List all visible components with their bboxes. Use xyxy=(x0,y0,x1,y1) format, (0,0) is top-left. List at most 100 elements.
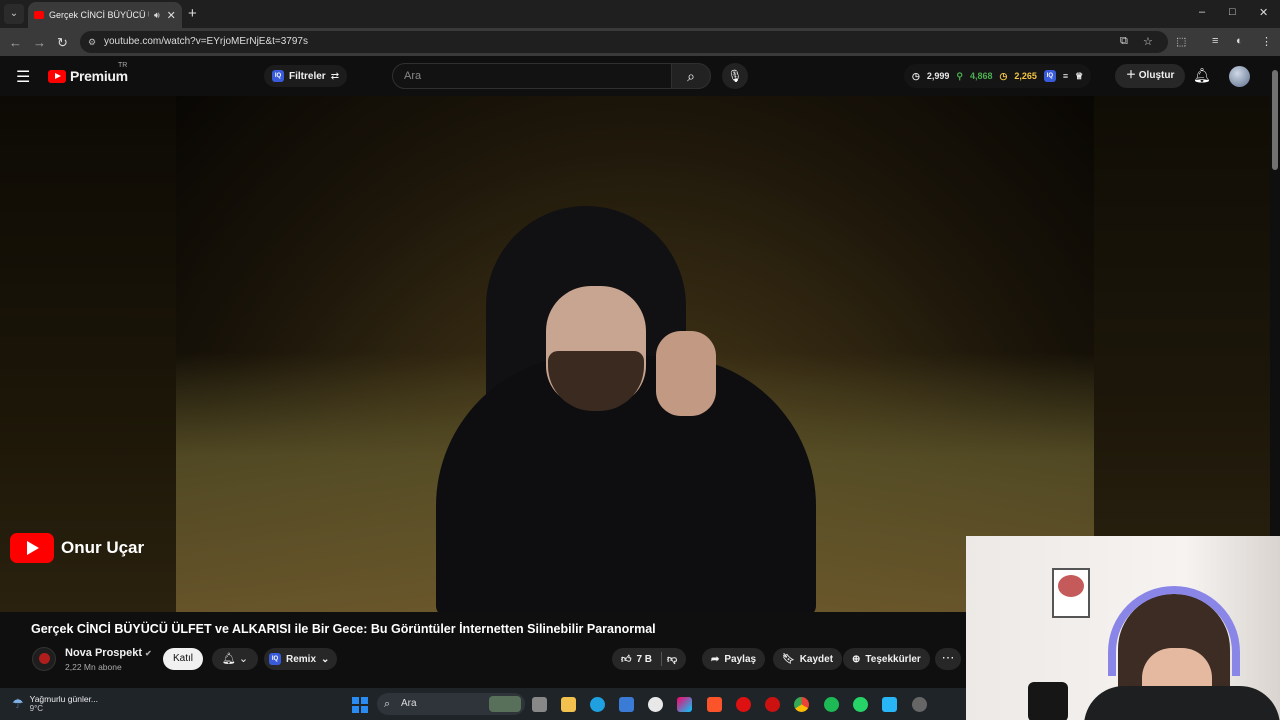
subscription-bell-button[interactable]: 🔔︎ ⌄ xyxy=(212,648,258,670)
copilot-icon[interactable] xyxy=(677,697,692,712)
stat-3: 2,265 xyxy=(1014,71,1037,81)
logo-region: TR xyxy=(118,62,128,69)
list-icon[interactable]: ≡ xyxy=(1063,71,1068,81)
stat-1: 2,999 xyxy=(926,71,950,81)
frame-picture xyxy=(1058,575,1084,597)
notepad-icon[interactable] xyxy=(882,697,897,712)
task-view-icon[interactable] xyxy=(532,697,547,712)
scrollbar-thumb[interactable] xyxy=(1272,70,1278,170)
sliders-icon: ⇄ xyxy=(330,70,340,82)
search-icon: ⌕ xyxy=(384,698,391,710)
bookmark-icon: 🔖︎ xyxy=(782,653,795,665)
opera-browser-icon[interactable] xyxy=(736,697,751,712)
youtube-header: ☰ Premium TR IQ Filtreler ⇄ Ara ⌕ 🎙︎ ◷ 2… xyxy=(0,56,1280,96)
channel-name[interactable]: Nova Prospekt xyxy=(65,647,142,659)
stat-person-icon: ⚲ xyxy=(956,70,963,81)
taskbar-search[interactable]: ⌕ Ara xyxy=(377,693,525,715)
plus-icon: ＋ xyxy=(1126,70,1136,81)
webcam-overlay xyxy=(966,536,1280,720)
like-button[interactable]: 👍︎ 7 B 👎︎ xyxy=(612,648,687,670)
install-app-icon[interactable]: ⧉ xyxy=(1120,35,1128,48)
edge-browser-icon[interactable] xyxy=(590,697,605,712)
media-control-icon[interactable]: ≡ xyxy=(1212,35,1218,47)
watermark-channel-name: Onur Uçar xyxy=(61,538,145,557)
extension-badge-icon[interactable]: IQ xyxy=(1043,70,1056,82)
browser-tab-bar: ⌄ Gerçek CİNCİ BÜYÜCÜ ÜLFET ve ALKARISI … xyxy=(0,0,1280,28)
speaker-icon[interactable]: 🔊︎ xyxy=(154,10,160,21)
verified-check-icon: ✔ xyxy=(145,649,152,658)
profile-icon[interactable]: ◐ xyxy=(1236,35,1243,47)
hamburger-menu-icon[interactable]: ☰ xyxy=(16,67,30,87)
extensions-icon[interactable]: ⬚ xyxy=(1176,35,1186,48)
voice-search-button[interactable]: 🎙︎ xyxy=(722,63,748,89)
close-tab-icon[interactable]: ✕ xyxy=(167,9,176,22)
search-input[interactable]: Ara xyxy=(392,63,672,89)
video-player[interactable]: Onur Uçar xyxy=(0,96,1270,612)
logo-text: Premium xyxy=(70,68,128,84)
browser-menu-icon[interactable]: ⋮ xyxy=(1261,35,1272,48)
browser-tab[interactable]: Gerçek CİNCİ BÜYÜCÜ ÜLFET ve ALKARISI il… xyxy=(28,2,182,28)
search-icon: ⌕ xyxy=(687,68,695,84)
ambient-right xyxy=(1094,96,1270,612)
extension-stats[interactable]: ◷ 2,999 ⚲ 4,868 ◷ 2,265 IQ ≡ ♕ xyxy=(904,64,1092,88)
more-horizontal-icon: ⋯ xyxy=(941,650,955,665)
thanks-button[interactable]: ⊕ Teşekkürler xyxy=(843,648,930,670)
new-tab-button[interactable]: + xyxy=(188,5,197,22)
chevron-down-icon: ⌄ xyxy=(321,653,330,665)
site-info-icon[interactable]: ⚙ xyxy=(88,31,96,53)
thumbs-up-icon: 👍︎ xyxy=(621,654,632,665)
share-button[interactable]: ➦ Paylaş xyxy=(702,648,766,670)
trophy-icon[interactable]: ♕ xyxy=(1075,71,1083,82)
weather-widget[interactable]: ☂ Yağmurlu günler... 9°C xyxy=(12,694,98,713)
filters-button[interactable]: IQ Filtreler ⇄ xyxy=(264,65,348,87)
extension-badge-icon: IQ xyxy=(269,653,281,665)
notifications-bell-icon[interactable]: 🔔︎ xyxy=(1193,67,1211,84)
extension-badge-icon: IQ xyxy=(272,70,284,82)
file-explorer-icon[interactable] xyxy=(561,697,576,712)
spotify-icon[interactable] xyxy=(824,697,839,712)
channel-watermark: Onur Uçar xyxy=(10,533,144,563)
search-button[interactable]: ⌕ xyxy=(671,63,711,89)
forward-arrow-icon[interactable]: → xyxy=(33,35,46,50)
youtube-play-icon xyxy=(48,69,66,83)
share-label: Paylaş xyxy=(724,653,757,665)
bookmark-star-icon[interactable]: ☆ xyxy=(1143,35,1153,48)
channel-name-row[interactable]: Nova Prospekt ✔ xyxy=(65,647,152,659)
yandex-icon[interactable] xyxy=(648,697,663,712)
weather-text: Yağmurlu günler... xyxy=(29,694,99,704)
join-button[interactable]: Katıl xyxy=(163,648,203,670)
super-thanks-icon: ⊕ xyxy=(852,653,861,665)
tab-title: Gerçek CİNCİ BÜYÜCÜ ÜLFET ve ALKARISI il… xyxy=(49,10,149,20)
whatsapp-icon[interactable] xyxy=(853,697,868,712)
user-avatar[interactable] xyxy=(1229,66,1250,87)
remix-button[interactable]: IQ Remix ⌄ xyxy=(264,648,338,670)
back-arrow-icon[interactable]: ← xyxy=(9,35,22,50)
obs-icon[interactable] xyxy=(912,697,927,712)
windows-start-icon[interactable] xyxy=(352,697,368,713)
brave-browser-icon[interactable] xyxy=(707,697,722,712)
save-button[interactable]: 🔖︎ Kaydet xyxy=(773,648,843,670)
video-frame[interactable] xyxy=(176,96,1094,612)
video-title: Gerçek CİNCİ BÜYÜCÜ ÜLFET ve ALKARISI il… xyxy=(31,622,656,636)
maximize-button[interactable]: □ xyxy=(1229,6,1236,18)
thumbs-down-icon[interactable]: 👎︎ xyxy=(667,653,677,665)
opera-gx-icon[interactable] xyxy=(765,697,780,712)
channel-avatar[interactable] xyxy=(32,647,56,671)
microphone-icon: 🎙︎ xyxy=(727,69,743,83)
address-bar[interactable]: ⚙ youtube.com/watch?v=EYrjoMErNjE&t=3797… xyxy=(80,31,1168,53)
minimize-button[interactable]: – xyxy=(1199,6,1205,18)
store-icon[interactable] xyxy=(619,697,634,712)
close-window-button[interactable]: ✕ xyxy=(1259,6,1268,19)
taskbar-search-placeholder: Ara xyxy=(401,698,417,709)
filters-label: Filtreler xyxy=(289,70,326,82)
share-arrow-icon: ➦ xyxy=(711,653,720,665)
tab-search-button[interactable]: ⌄ xyxy=(4,4,24,24)
page-scrollbar[interactable] xyxy=(1270,56,1280,536)
weather-temp: 9°C xyxy=(29,704,44,713)
youtube-logo[interactable]: Premium TR xyxy=(48,62,128,84)
chrome-browser-icon[interactable] xyxy=(794,697,809,712)
create-button[interactable]: ＋ Oluştur xyxy=(1115,64,1186,88)
save-label: Kaydet xyxy=(799,653,834,665)
reload-icon[interactable]: ↻ xyxy=(57,35,68,51)
more-actions-button[interactable]: ⋯ xyxy=(935,648,961,670)
